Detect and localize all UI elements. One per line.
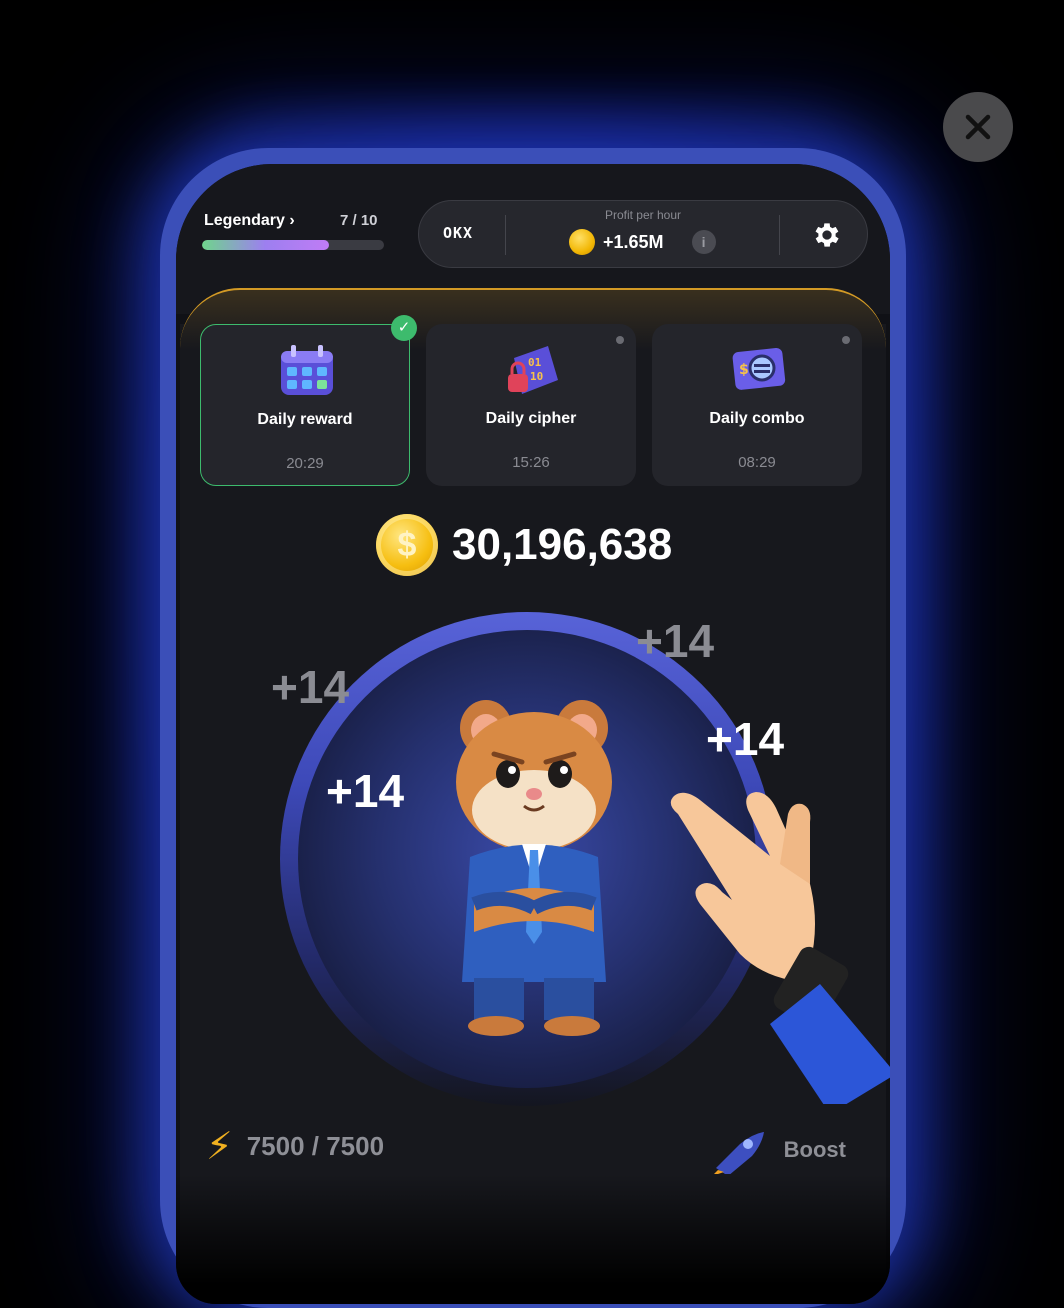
- coin-icon: [569, 229, 595, 255]
- app-screen: Legendary › 7 / 10 OKX Profit per hour +…: [176, 164, 890, 1304]
- svg-text:$: $: [739, 362, 749, 378]
- rocket-icon: [713, 1132, 764, 1174]
- calendar-icon: [281, 345, 333, 395]
- info-icon[interactable]: i: [691, 230, 716, 254]
- rank-count: 7 / 10: [340, 212, 378, 229]
- boost-button[interactable]: Boost: [710, 1126, 846, 1174]
- lightning-icon: ⚡: [206, 1126, 233, 1168]
- divider: [779, 215, 780, 255]
- tap-popup: +14: [271, 661, 350, 713]
- status-dot: [842, 336, 850, 344]
- energy-status: ⚡ 7500 / 7500: [206, 1124, 384, 1169]
- bottom-fade: [176, 1174, 890, 1304]
- boost-label: Boost: [783, 1137, 846, 1162]
- cipher-icon: 0110: [508, 346, 558, 394]
- coin-icon: $: [376, 514, 438, 576]
- svg-text:10: 10: [530, 370, 543, 383]
- svg-text:01: 01: [528, 356, 542, 369]
- gear-icon[interactable]: [811, 219, 843, 251]
- pointing-hand: [670, 792, 890, 1104]
- daily-combo-timer: 08:29: [738, 454, 776, 471]
- rank-progress-fill: [202, 240, 330, 250]
- daily-cipher-card[interactable]: 01 10 Daily cipher 15:26: [426, 324, 636, 486]
- hamster-character: [456, 700, 612, 1036]
- coin-balance: $ 30,196,638: [376, 514, 672, 576]
- rank-label: Legendary: [204, 212, 285, 229]
- daily-combo-title: Daily combo: [709, 410, 805, 427]
- tap-popup: +14: [636, 615, 715, 667]
- daily-cipher-timer: 15:26: [512, 454, 550, 471]
- daily-reward-card[interactable]: Daily reward 20:29 ✓: [200, 315, 417, 486]
- rank-link[interactable]: Legendary ›: [204, 212, 295, 230]
- tap-popup: +14: [706, 713, 785, 765]
- profit-per-hour: +1.65M i: [569, 229, 716, 255]
- rank-progress-bar: [202, 240, 384, 250]
- close-icon: [965, 114, 991, 140]
- exchange-button[interactable]: OKX: [443, 224, 473, 242]
- chevron-right-icon: ›: [289, 212, 295, 229]
- status-dot: [616, 336, 624, 344]
- profit-per-hour-label: Profit per hour: [604, 208, 682, 222]
- tap-popup: +14: [326, 765, 405, 817]
- combo-icon: $: [732, 347, 786, 390]
- close-button[interactable]: [943, 92, 1013, 162]
- energy-value: 7500 / 7500: [246, 1131, 385, 1161]
- daily-combo-card[interactable]: $ Daily combo 08:29: [652, 324, 862, 486]
- check-icon: ✓: [391, 315, 417, 341]
- profit-per-hour-value: +1.65M: [603, 231, 664, 252]
- daily-reward-timer: 20:29: [286, 455, 324, 472]
- daily-cipher-title: Daily cipher: [485, 410, 577, 427]
- profit-panel: OKX Profit per hour +1.65M i: [418, 200, 868, 268]
- balance-value: 30,196,638: [452, 520, 673, 569]
- daily-reward-title: Daily reward: [257, 411, 353, 428]
